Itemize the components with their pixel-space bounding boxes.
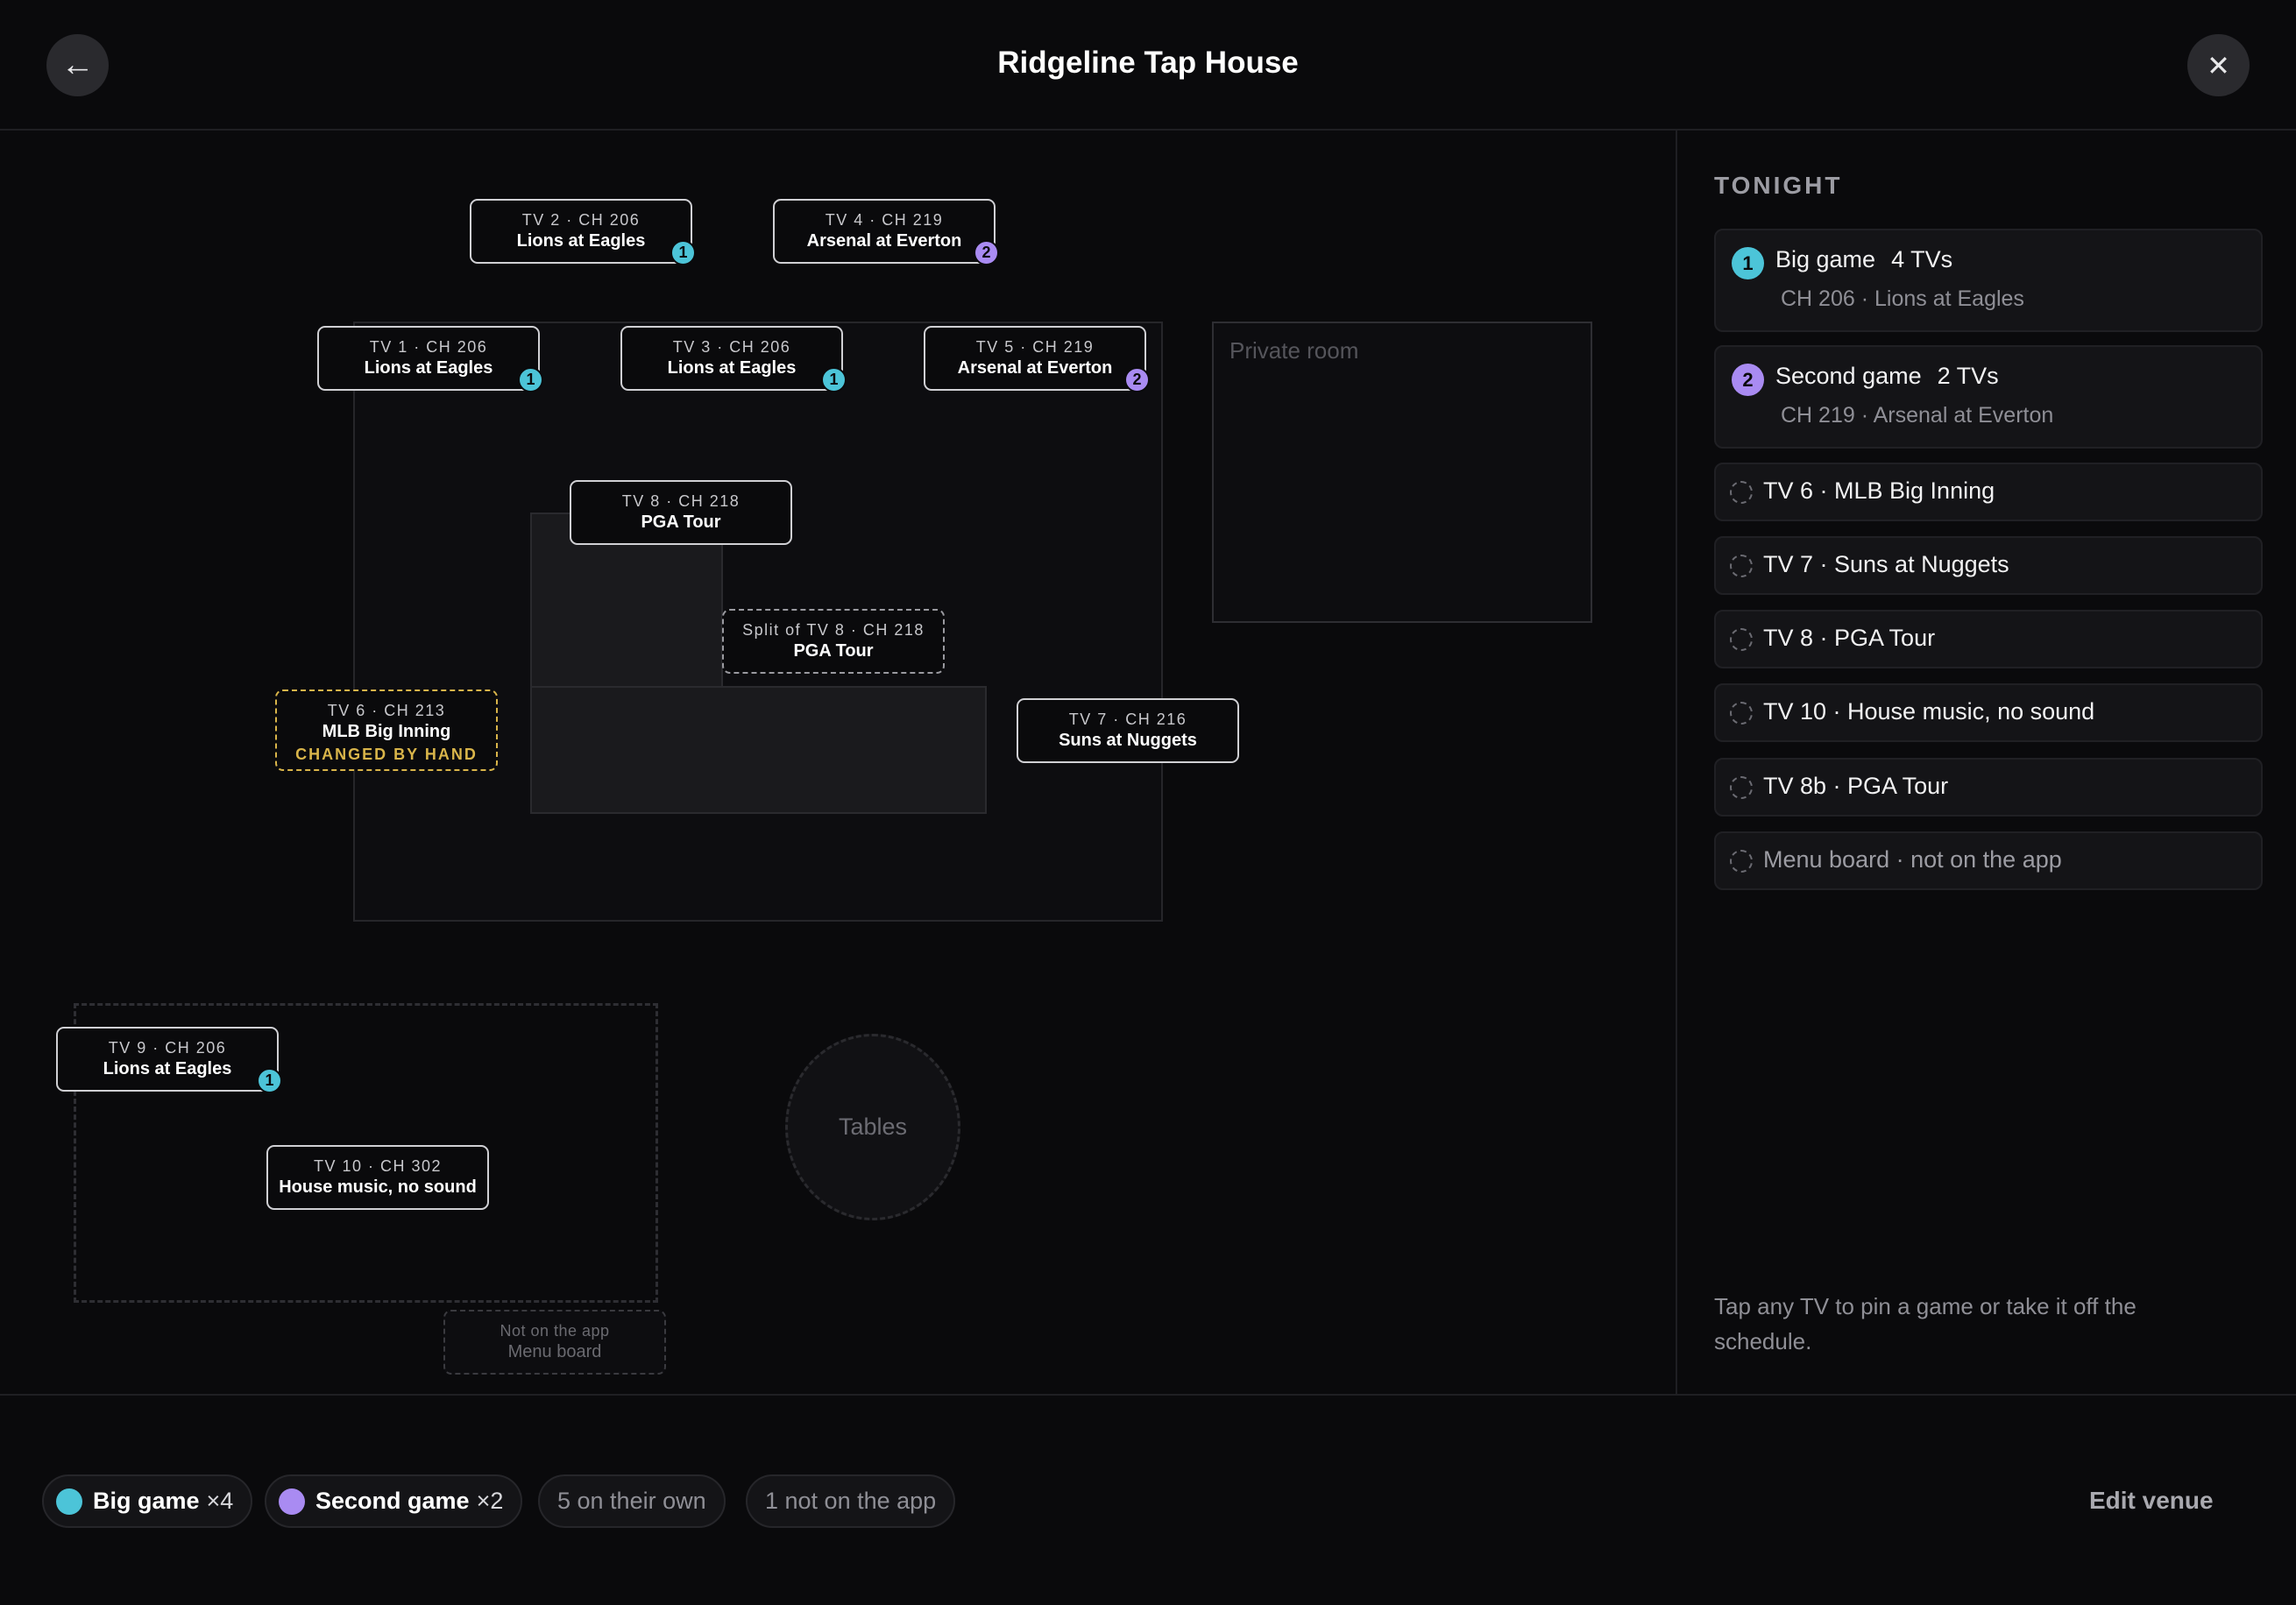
tv-2-channel: TV 2 · CH 206 xyxy=(521,211,641,229)
chip-second-game-count: ×2 xyxy=(476,1488,504,1514)
tv-5-program: Arsenal at Everton xyxy=(957,358,1113,378)
group-2-name: Second game xyxy=(1775,363,1922,389)
single-card-label: TV 7 · Suns at Nuggets xyxy=(1763,551,2009,577)
tv-8b-channel: Split of TV 8 · CH 218 xyxy=(742,621,925,639)
edit-venue-button[interactable]: Edit venue xyxy=(2089,1487,2214,1515)
group-1-name: Big game xyxy=(1775,246,1876,272)
group-1-badge: 1 xyxy=(1732,247,1764,279)
group-2-count: 2 TVs xyxy=(1937,363,1999,389)
unpinned-ring-icon xyxy=(1730,628,1753,651)
big-game-color-dot xyxy=(56,1488,82,1515)
group-2-detail: CH 219 · Arsenal at Everton xyxy=(1781,403,2054,428)
tv-9-group-badge: 1 xyxy=(257,1068,282,1093)
tv-5-channel: TV 5 · CH 219 xyxy=(975,338,1095,356)
tv-4-tile[interactable]: TV 4 · CH 219 Arsenal at Everton 2 xyxy=(773,199,999,265)
tv-10-program: House music, no sound xyxy=(279,1177,477,1197)
tonight-panel: TONIGHT 1 Big game 4 TVs CH 206 · Lions a… xyxy=(1676,131,2296,1394)
tv-3-tile[interactable]: TV 3 · CH 206 Lions at Eagles 1 xyxy=(620,326,847,392)
chip-on-their-own[interactable]: 5 on their own xyxy=(538,1474,726,1528)
group-1-detail: CH 206 · Lions at Eagles xyxy=(1781,286,2024,311)
tv-1-tile[interactable]: TV 1 · CH 206 Lions at Eagles 1 xyxy=(317,326,543,392)
tables-area: Tables xyxy=(785,1034,960,1220)
chip-big-game-label: Big game xyxy=(93,1488,200,1514)
tv-2-tile[interactable]: TV 2 · CH 206 Lions at Eagles 1 xyxy=(470,199,696,265)
group-2-badge: 2 xyxy=(1732,364,1764,396)
tv-9-program: Lions at Eagles xyxy=(103,1059,232,1078)
group-1-count: 4 TVs xyxy=(1891,246,1953,272)
menu-board-status: Not on the app xyxy=(500,1322,610,1340)
tv-7-channel: TV 7 · CH 216 xyxy=(1068,711,1187,728)
single-card-tv-8[interactable]: TV 8 · PGA Tour xyxy=(1714,610,2263,668)
single-card-tv-8b[interactable]: TV 8b · PGA Tour xyxy=(1714,758,2263,817)
chip-second-game-label: Second game xyxy=(315,1488,470,1514)
tv-10-channel: TV 10 · CH 302 xyxy=(313,1157,443,1175)
tv-7-tile[interactable]: TV 7 · CH 216 Suns at Nuggets xyxy=(1017,698,1239,763)
bar-counter-join xyxy=(532,688,721,812)
second-game-color-dot xyxy=(279,1488,305,1515)
chip-second-game[interactable]: Second game ×2 xyxy=(265,1474,523,1528)
tv-8b-split-tile[interactable]: Split of TV 8 · CH 218 PGA Tour xyxy=(722,609,945,674)
single-card-tv-10[interactable]: TV 10 · House music, no sound xyxy=(1714,683,2263,742)
tv-8-program: PGA Tour xyxy=(641,513,721,532)
close-icon: ✕ xyxy=(2207,49,2230,81)
unpinned-ring-icon xyxy=(1730,850,1753,873)
tv-4-channel: TV 4 · CH 219 xyxy=(825,211,944,229)
tv-8-channel: TV 8 · CH 218 xyxy=(621,492,741,510)
tonight-heading: TONIGHT xyxy=(1714,172,1843,199)
unpinned-ring-icon xyxy=(1730,555,1753,577)
unpinned-ring-icon xyxy=(1730,702,1753,725)
tv-1-program: Lions at Eagles xyxy=(364,358,493,378)
tv-10-tile[interactable]: TV 10 · CH 302 House music, no sound xyxy=(266,1145,489,1210)
footer-bar: Big game ×4 Second game ×2 5 on their ow… xyxy=(0,1394,2296,1605)
tv-4-program: Arsenal at Everton xyxy=(806,231,962,251)
single-card-label: TV 8b · PGA Tour xyxy=(1763,773,1949,799)
tv-5-group-badge: 2 xyxy=(1124,367,1150,392)
chip-big-game[interactable]: Big game ×4 xyxy=(42,1474,253,1528)
close-button[interactable]: ✕ xyxy=(2187,34,2250,96)
single-card-tv-7[interactable]: TV 7 · Suns at Nuggets xyxy=(1714,536,2263,595)
private-room-label: Private room xyxy=(1229,337,1359,364)
unpinned-ring-icon xyxy=(1730,776,1753,799)
private-room: Private room xyxy=(1212,322,1592,623)
panel-hint-text: Tap any TV to pin a game or take it off … xyxy=(1714,1293,2137,1354)
group-card-big-game[interactable]: 1 Big game 4 TVs CH 206 · Lions at Eagles xyxy=(1714,229,2263,332)
group-1-title: Big game 4 TVs xyxy=(1775,246,1952,273)
single-card-label: TV 8 · PGA Tour xyxy=(1763,625,1936,651)
tv-8b-program: PGA Tour xyxy=(793,641,874,661)
single-card-label: TV 6 · MLB Big Inning xyxy=(1763,477,1995,504)
tv-3-group-badge: 1 xyxy=(821,367,847,392)
tv-2-program: Lions at Eagles xyxy=(516,231,646,251)
tv-6-changed-by-hand-label: CHANGED BY HAND xyxy=(295,746,478,763)
group-2-title: Second game 2 TVs xyxy=(1775,363,1999,390)
group-card-second-game[interactable]: 2 Second game 2 TVs CH 219 · Arsenal at E… xyxy=(1714,345,2263,449)
tv-6-tile[interactable]: TV 6 · CH 213 MLB Big Inning CHANGED BY … xyxy=(275,689,498,771)
chip-not-on-app[interactable]: 1 not on the app xyxy=(746,1474,956,1528)
single-card-label: TV 10 · House music, no sound xyxy=(1763,698,2095,725)
tv-9-tile[interactable]: TV 9 · CH 206 Lions at Eagles 1 xyxy=(56,1027,282,1093)
chip-big-game-count: ×4 xyxy=(206,1488,234,1514)
tv-6-program: MLB Big Inning xyxy=(322,722,451,741)
tv-3-channel: TV 3 · CH 206 xyxy=(672,338,791,356)
tv-3-program: Lions at Eagles xyxy=(667,358,797,378)
tv-7-program: Suns at Nuggets xyxy=(1059,731,1197,750)
tv-9-channel: TV 9 · CH 206 xyxy=(108,1039,227,1057)
tv-4-group-badge: 2 xyxy=(974,240,999,265)
single-card-tv-6[interactable]: TV 6 · MLB Big Inning xyxy=(1714,463,2263,521)
tv-2-group-badge: 1 xyxy=(670,240,696,265)
page-title: Ridgeline Tap House xyxy=(997,46,1299,80)
menu-board-label: Menu board xyxy=(507,1342,602,1361)
tv-1-channel: TV 1 · CH 206 xyxy=(369,338,488,356)
tv-6-channel: TV 6 · CH 213 xyxy=(327,702,446,719)
header-bar: ← Ridgeline Tap House ✕ xyxy=(0,0,2296,131)
tv-8-tile[interactable]: TV 8 · CH 218 PGA Tour xyxy=(570,480,792,545)
single-card-label: Menu board · not on the app xyxy=(1763,846,2062,873)
floor-map: Private room Tables TV 2 · CH 206 Lions … xyxy=(0,131,1676,1394)
tv-5-tile[interactable]: TV 5 · CH 219 Arsenal at Everton 2 xyxy=(924,326,1150,392)
unpinned-ring-icon xyxy=(1730,481,1753,504)
single-card-menu-board[interactable]: Menu board · not on the app xyxy=(1714,831,2263,890)
tv-1-group-badge: 1 xyxy=(518,367,543,392)
menu-board-tile[interactable]: Not on the app Menu board xyxy=(443,1310,666,1375)
